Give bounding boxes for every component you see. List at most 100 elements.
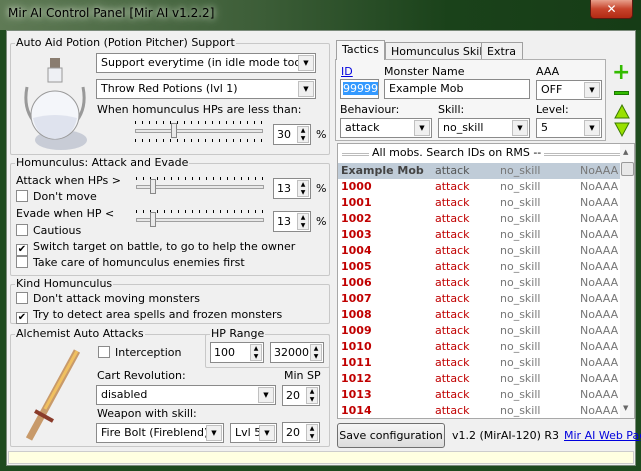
table-row[interactable]: 1000 attack no_skill NoAAA [338, 179, 620, 195]
close-button[interactable]: ✕ [590, 0, 633, 19]
minus-icon[interactable] [614, 91, 629, 95]
table-row[interactable]: 1005 attack no_skill NoAAA [338, 259, 620, 275]
id-input[interactable]: 99999 [340, 79, 379, 99]
plus-icon[interactable]: + [612, 62, 630, 84]
min-sp-label: Min SP [284, 369, 321, 382]
table-row[interactable]: 1008 attack no_skill NoAAA [338, 307, 620, 323]
cell-behaviour: attack [435, 276, 470, 289]
input-value: Example Mob [389, 82, 464, 95]
dont-move-checkbox[interactable]: Don't move [16, 190, 97, 203]
table-row[interactable]: 1014 attack no_skill NoAAA [338, 403, 620, 418]
value: 30 [277, 128, 291, 141]
spin-arrows-icon[interactable]: ▲ ▼ [250, 344, 262, 361]
spin-arrows-icon[interactable]: ▲ ▼ [310, 344, 322, 361]
web-page-link[interactable]: Mir AI Web Page [564, 429, 641, 442]
attack-hp-slider[interactable] [136, 177, 264, 197]
cell-behaviour: attack [435, 324, 470, 337]
tab-extra[interactable]: Extra [481, 42, 523, 59]
table-row[interactable]: 1012 attack no_skill NoAAA [338, 371, 620, 387]
table-row[interactable]: 1009 attack no_skill NoAAA [338, 323, 620, 339]
scrollbar[interactable]: ▲ ▼ [620, 144, 634, 418]
table-row[interactable]: 1011 attack no_skill NoAAA [338, 355, 620, 371]
cell-skill: no_skill [500, 260, 541, 273]
skill-select[interactable]: no_skill ▼ [438, 118, 530, 138]
evade-hp-spinner[interactable]: 13 ▲ ▼ [273, 211, 311, 232]
dont-attack-moving-checkbox[interactable]: Don't attack moving monsters [16, 292, 200, 305]
cart-sp-spinner[interactable]: 20 ▲ ▼ [282, 385, 320, 406]
table-row[interactable]: 1002 attack no_skill NoAAA [338, 211, 620, 227]
evade-hp-slider[interactable] [136, 210, 264, 230]
version-label: v1.2 (MirAI-120) R3 [452, 429, 560, 442]
table-row[interactable]: 1013 attack no_skill NoAAA [338, 387, 620, 403]
cell-skill: no_skill [500, 276, 541, 289]
spin-arrows-icon[interactable]: ▲ ▼ [297, 213, 309, 230]
scroll-up-icon[interactable]: ▲ [623, 148, 628, 156]
checkbox-label: Interception [115, 346, 182, 359]
cautious-checkbox[interactable]: Cautious [16, 224, 81, 237]
id-link[interactable]: ID [341, 65, 353, 78]
detect-area-spells-checkbox[interactable]: ✔ Try to detect area spells and frozen mo… [16, 308, 282, 324]
weapon-sp-spinner[interactable]: 20 ▲ ▼ [282, 422, 320, 443]
support-mode-select[interactable]: Support everytime (in idle mode too) ▼ [96, 53, 316, 73]
list-header: All mobs. Search IDs on RMS -- [369, 146, 545, 159]
spin-arrows-icon[interactable]: ▲ ▼ [297, 180, 309, 197]
table-row[interactable]: 1010 attack no_skill NoAAA [338, 339, 620, 355]
level-select[interactable]: 5 ▼ [536, 118, 602, 138]
percent-label: % [316, 182, 327, 195]
monster-list[interactable]: All mobs. Search IDs on RMS -- Example M… [337, 143, 635, 419]
switch-target-checkbox[interactable]: ✔ Switch target on battle, to go to help … [16, 240, 295, 256]
scroll-down-icon[interactable]: ▼ [623, 404, 628, 412]
arrow-down-icon[interactable] [614, 122, 630, 138]
cart-revolution-select[interactable]: disabled ▼ [96, 385, 276, 405]
cell-behaviour: attack [435, 292, 470, 305]
spin-arrows-icon[interactable]: ▲ ▼ [297, 126, 309, 143]
value: 100 [214, 346, 235, 359]
table-row[interactable]: 1003 attack no_skill NoAAA [338, 227, 620, 243]
interception-checkbox[interactable]: Interception [98, 346, 181, 359]
table-row[interactable]: 1001 attack no_skill NoAAA [338, 195, 620, 211]
weapon-skill-select[interactable]: Fire Bolt (Fireblend) ▼ [96, 423, 224, 443]
cell-name: 1010 [341, 340, 372, 353]
tab-tactics[interactable]: Tactics [336, 40, 385, 60]
checkbox[interactable] [16, 190, 28, 202]
cell-aaa: NoAAA [580, 388, 619, 401]
arrow-up-icon[interactable] [614, 104, 630, 119]
table-row[interactable]: 1004 attack no_skill NoAAA [338, 243, 620, 259]
cell-behaviour: attack [435, 228, 470, 241]
hp-max-spinner[interactable]: 32000 ▲ ▼ [270, 342, 324, 363]
spin-arrows-icon[interactable]: ▲ ▼ [306, 424, 318, 441]
cell-skill: no_skill [500, 244, 541, 257]
potion-hp-spinner[interactable]: 30 ▲ ▼ [273, 124, 311, 145]
take-care-checkbox[interactable]: Take care of homunculus enemies first [16, 256, 245, 269]
table-row[interactable]: 1007 attack no_skill NoAAA [338, 291, 620, 307]
checkbox[interactable] [98, 346, 110, 358]
chevron-down-icon: ▼ [298, 55, 314, 71]
cell-behaviour: attack [435, 372, 470, 385]
level-label: Level: [536, 103, 569, 116]
checkbox[interactable] [16, 256, 28, 268]
spin-arrows-icon[interactable]: ▲ ▼ [306, 387, 318, 404]
checkbox[interactable] [16, 292, 28, 304]
monster-name-input[interactable]: Example Mob [384, 79, 530, 99]
table-row[interactable]: Example Mob attack no_skill NoAAA [338, 163, 620, 179]
checkbox-checked[interactable]: ✔ [16, 312, 28, 324]
potion-type-select[interactable]: Throw Red Potions (lvl 1) ▼ [96, 79, 316, 99]
cell-name: 1008 [341, 308, 372, 321]
aaa-select[interactable]: OFF ▼ [536, 80, 602, 100]
behaviour-select[interactable]: attack ▼ [340, 118, 432, 138]
cell-behaviour: attack [435, 260, 470, 273]
cell-aaa: NoAAA [580, 244, 619, 257]
checkbox-checked[interactable]: ✔ [16, 244, 28, 256]
cell-aaa: NoAAA [580, 180, 619, 193]
cell-behaviour: attack [435, 196, 470, 209]
weapon-level-select[interactable]: Lvl 5 ▼ [230, 423, 277, 443]
save-configuration-button[interactable]: Save configuration [337, 423, 445, 448]
scrollbar-thumb[interactable] [621, 162, 634, 176]
hp-min-spinner[interactable]: 100 ▲ ▼ [210, 342, 264, 363]
cell-name: 1006 [341, 276, 372, 289]
potion-hp-slider[interactable] [135, 121, 263, 142]
checkbox[interactable] [16, 224, 28, 236]
attack-hp-spinner[interactable]: 13 ▲ ▼ [273, 178, 311, 199]
table-row[interactable]: 1006 attack no_skill NoAAA [338, 275, 620, 291]
checkbox-label: Don't move [33, 190, 97, 203]
